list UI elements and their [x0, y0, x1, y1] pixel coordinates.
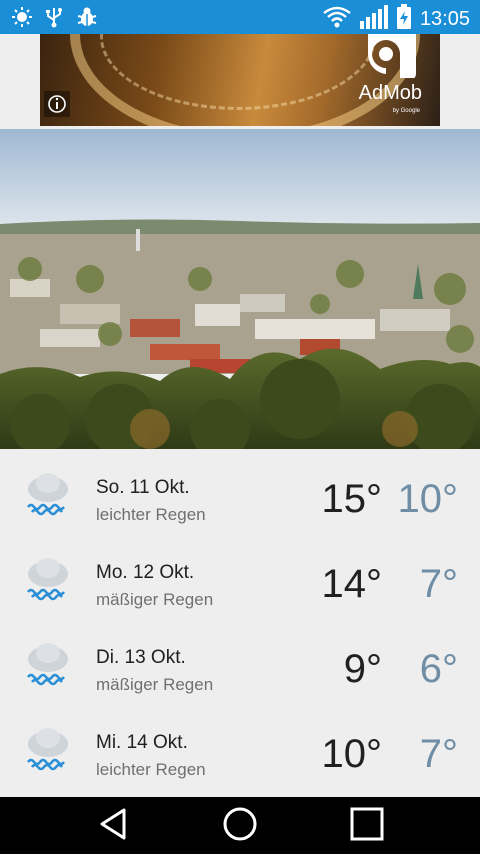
wifi-icon — [322, 5, 352, 34]
forecast-row[interactable]: Mo. 12 Okt. mäßiger Regen 14° 7° — [0, 534, 480, 619]
ad-brand-label: AdMob — [358, 82, 422, 104]
info-icon[interactable] — [44, 91, 70, 122]
forecast-low-temp: 6° — [419, 647, 458, 691]
forecast-row[interactable]: Mi. 14 Okt. leichter Regen 10° 7° — [0, 704, 480, 789]
forecast-high-temp: 9° — [343, 647, 382, 691]
forecast-row[interactable]: So. 11 Okt. leichter Regen 15° 10° — [0, 449, 480, 534]
forecast-high-temp: 14° — [321, 562, 383, 606]
forecast-row[interactable]: Di. 13 Okt. mäßiger Regen 9° 6° — [0, 619, 480, 704]
status-bar: 13:05 — [0, 0, 480, 34]
rain-cloud-icon — [24, 724, 72, 777]
forecast-description: leichter Regen — [96, 760, 206, 779]
back-icon — [98, 807, 128, 846]
bug-icon — [76, 6, 98, 33]
usb-icon — [46, 6, 62, 33]
battery-charging-icon — [396, 4, 412, 35]
city-photo — [0, 129, 480, 449]
forecast-high-temp: 15° — [321, 477, 383, 521]
brightness-icon — [12, 6, 32, 33]
recents-button[interactable] — [337, 805, 397, 847]
forecast-description: mäßiger Regen — [96, 675, 214, 694]
ad-banner[interactable]: AdMob by Google — [40, 34, 440, 126]
recents-icon — [350, 807, 384, 846]
back-button[interactable] — [83, 805, 143, 847]
forecast-date: So. 11 Okt. — [96, 477, 190, 498]
forecast-date: Mi. 14 Okt. — [96, 732, 188, 753]
forecast-high-temp: 10° — [321, 732, 383, 776]
signal-icon — [359, 5, 388, 34]
admob-logo-icon — [362, 34, 422, 83]
forecast-date: Mo. 12 Okt. — [96, 562, 195, 583]
ad-byline: by Google — [392, 108, 420, 114]
home-icon — [222, 806, 258, 847]
forecast-low-temp: 7° — [419, 562, 458, 606]
forecast-low-temp: 10° — [397, 477, 459, 521]
forecast-description: leichter Regen — [96, 505, 206, 524]
rain-cloud-icon — [24, 469, 72, 522]
home-button[interactable] — [210, 805, 270, 847]
rain-cloud-icon — [24, 639, 72, 692]
forecast-date: Di. 13 Okt. — [96, 647, 186, 668]
navigation-bar — [0, 797, 480, 854]
rain-cloud-icon — [24, 554, 72, 607]
ad-area: AdMob by Google — [0, 34, 480, 129]
forecast-list: So. 11 Okt. leichter Regen 15° 10° Mo. 1… — [0, 449, 480, 797]
forecast-low-temp: 7° — [419, 732, 458, 776]
forecast-description: mäßiger Regen — [96, 590, 214, 609]
clock: 13:05 — [419, 8, 470, 30]
